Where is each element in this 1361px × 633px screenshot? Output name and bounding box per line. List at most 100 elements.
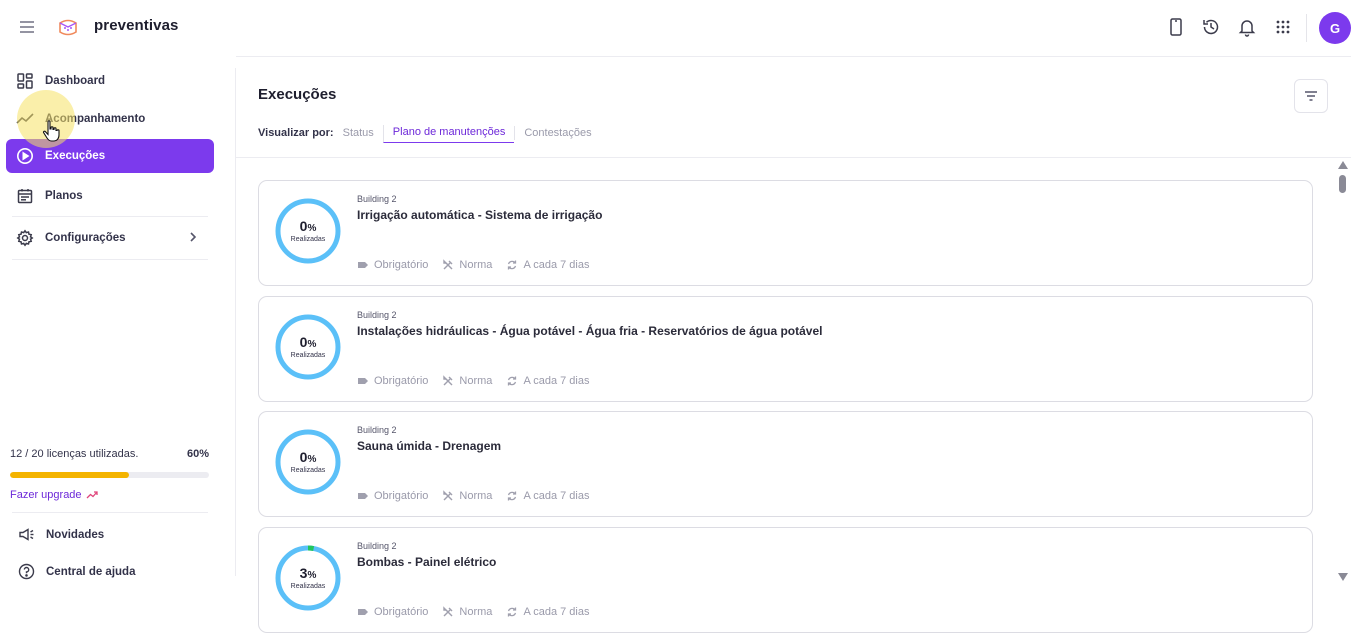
news-link[interactable]: Novidades xyxy=(18,526,104,543)
scroll-down-arrow-icon[interactable] xyxy=(1338,573,1348,581)
license-progress-fill xyxy=(10,472,130,478)
mobile-icon[interactable] xyxy=(1166,17,1186,37)
tab-contestacoes[interactable]: Contestações xyxy=(514,125,600,140)
bell-icon[interactable] xyxy=(1237,17,1257,37)
tag-mandatory: Obrigatório xyxy=(357,606,428,618)
page-title: Execuções xyxy=(258,86,337,103)
filter-icon xyxy=(1305,91,1317,101)
tag-standard: Norma xyxy=(442,606,492,618)
filter-button[interactable] xyxy=(1294,79,1328,113)
hand-cursor-icon xyxy=(42,120,60,142)
progress-ring-label: 3% Realizadas xyxy=(274,544,342,612)
plan-card[interactable]: 0% Realizadas Building 2 Sauna úmida - Dren… xyxy=(258,411,1313,517)
tag-frequency: A cada 7 dias xyxy=(506,259,590,271)
building-label: Building 2 xyxy=(357,540,397,551)
play-circle-icon xyxy=(17,148,33,164)
license-usage-text: 12 / 20 licenças utilizadas. xyxy=(10,448,139,460)
apps-grid-icon[interactable] xyxy=(1273,17,1293,37)
plan-tags: Obrigatório Norma A cada 7 dias xyxy=(357,259,590,271)
avatar[interactable]: G xyxy=(1319,12,1351,44)
progress-percent: 0% xyxy=(299,218,317,235)
plan-card[interactable]: 0% Realizadas Building 2 Irrigação automáti… xyxy=(258,180,1313,286)
scroll-up-arrow-icon[interactable] xyxy=(1338,161,1348,169)
upgrade-label: Fazer upgrade xyxy=(10,489,82,501)
progress-ring-label: 0% Realizadas xyxy=(274,197,342,265)
menu-icon[interactable] xyxy=(18,18,36,36)
chevron-right-icon xyxy=(190,232,197,242)
header-divider xyxy=(1306,14,1307,42)
tools-icon xyxy=(443,259,453,270)
history-icon[interactable] xyxy=(1201,17,1221,37)
tag-mandatory: Obrigatório xyxy=(357,259,428,271)
tools-icon xyxy=(443,374,453,385)
content-divider xyxy=(236,157,1351,158)
progress-caption: Realizadas xyxy=(290,582,326,590)
repeat-icon xyxy=(508,491,517,501)
building-label: Building 2 xyxy=(357,194,397,204)
repeat-icon xyxy=(508,260,517,270)
tag-mandatory: Obrigatório xyxy=(357,490,428,502)
sidebar-divider xyxy=(12,259,208,260)
help-center-link[interactable]: Central de ajuda xyxy=(18,563,135,580)
tag-standard: Norma xyxy=(442,259,492,271)
plan-tags: Obrigatório Norma A cada 7 dias xyxy=(357,490,590,502)
progress-caption: Realizadas xyxy=(290,351,326,359)
plan-card[interactable]: 3% Realizadas Building 2 Bombas - Painel el… xyxy=(258,526,1313,633)
plan-tags: Obrigatório Norma A cada 7 dias xyxy=(357,375,590,387)
tag-icon xyxy=(358,608,368,615)
sidebar-divider xyxy=(12,512,208,513)
brand-name: preventivas xyxy=(94,17,179,34)
news-label: Novidades xyxy=(46,528,105,541)
license-progress-bar xyxy=(10,472,209,478)
scrollbar-thumb[interactable] xyxy=(1339,175,1346,193)
tag-frequency: A cada 7 dias xyxy=(506,606,590,618)
license-usage-percent: 60% xyxy=(187,448,210,460)
sidebar-divider xyxy=(12,216,208,217)
progress-ring-label: 0% Realizadas xyxy=(274,428,342,496)
plan-title: Bombas - Painel elétrico xyxy=(357,554,497,569)
tools-icon xyxy=(443,490,453,501)
top-bar: preventivas G xyxy=(0,0,1361,56)
tag-icon xyxy=(358,262,368,268)
progress-caption: Realizadas xyxy=(290,236,326,243)
logo-icon xyxy=(59,19,77,36)
plan-card[interactable]: 0% Realizadas Building 2 Instalações hidráu… xyxy=(258,295,1313,402)
tag-icon xyxy=(358,493,368,499)
repeat-icon xyxy=(508,376,517,385)
sidebar-item-configuracoes[interactable]: Configurações xyxy=(6,221,214,255)
tools-icon xyxy=(443,605,453,616)
progress-percent: 0% xyxy=(299,333,317,350)
plan-title: Instalações hidráulicas - Água potável -… xyxy=(357,323,823,338)
plan-tags: Obrigatório Norma A cada 7 dias xyxy=(357,606,590,618)
plan-title: Sauna úmida - Drenagem xyxy=(357,439,502,453)
building-label: Building 2 xyxy=(357,309,397,320)
sidebar-item-label: Dashboard xyxy=(45,75,106,87)
progress-percent: 3% xyxy=(299,564,317,581)
progress-caption: Realizadas xyxy=(290,467,326,474)
repeat-icon xyxy=(508,607,517,616)
tag-frequency: A cada 7 dias xyxy=(506,490,590,502)
sidebar-item-label: Planos xyxy=(45,190,83,202)
tag-standard: Norma xyxy=(442,490,492,502)
help-center-label: Central de ajuda xyxy=(46,565,136,578)
tag-icon xyxy=(358,377,368,384)
dashboard-icon xyxy=(17,73,33,89)
main-content: Execuções Visualizar por: Status Plano d… xyxy=(236,57,1351,633)
gear-icon xyxy=(16,229,34,247)
upgrade-link[interactable]: Fazer upgrade xyxy=(10,489,98,501)
tag-mandatory: Obrigatório xyxy=(357,375,428,387)
sidebar-item-label: Configurações xyxy=(45,232,126,244)
tag-standard: Norma xyxy=(442,375,492,387)
help-circle-icon xyxy=(18,563,35,580)
view-by-label: Visualizar por: xyxy=(258,126,334,139)
tag-frequency: A cada 7 dias xyxy=(506,375,590,387)
tab-status[interactable]: Status xyxy=(343,126,383,140)
calendar-icon xyxy=(17,189,33,204)
tab-plano-de-manutencoes[interactable]: Plano de manutenções xyxy=(382,125,515,143)
megaphone-icon xyxy=(19,528,34,541)
sidebar-item-planos[interactable]: Planos xyxy=(6,179,214,213)
trend-up-icon xyxy=(86,491,98,499)
sidebar-item-label: Execuções xyxy=(45,150,106,162)
building-label: Building 2 xyxy=(357,425,397,435)
view-by-row: Visualizar por: Status Plano de manutenç… xyxy=(258,122,601,143)
